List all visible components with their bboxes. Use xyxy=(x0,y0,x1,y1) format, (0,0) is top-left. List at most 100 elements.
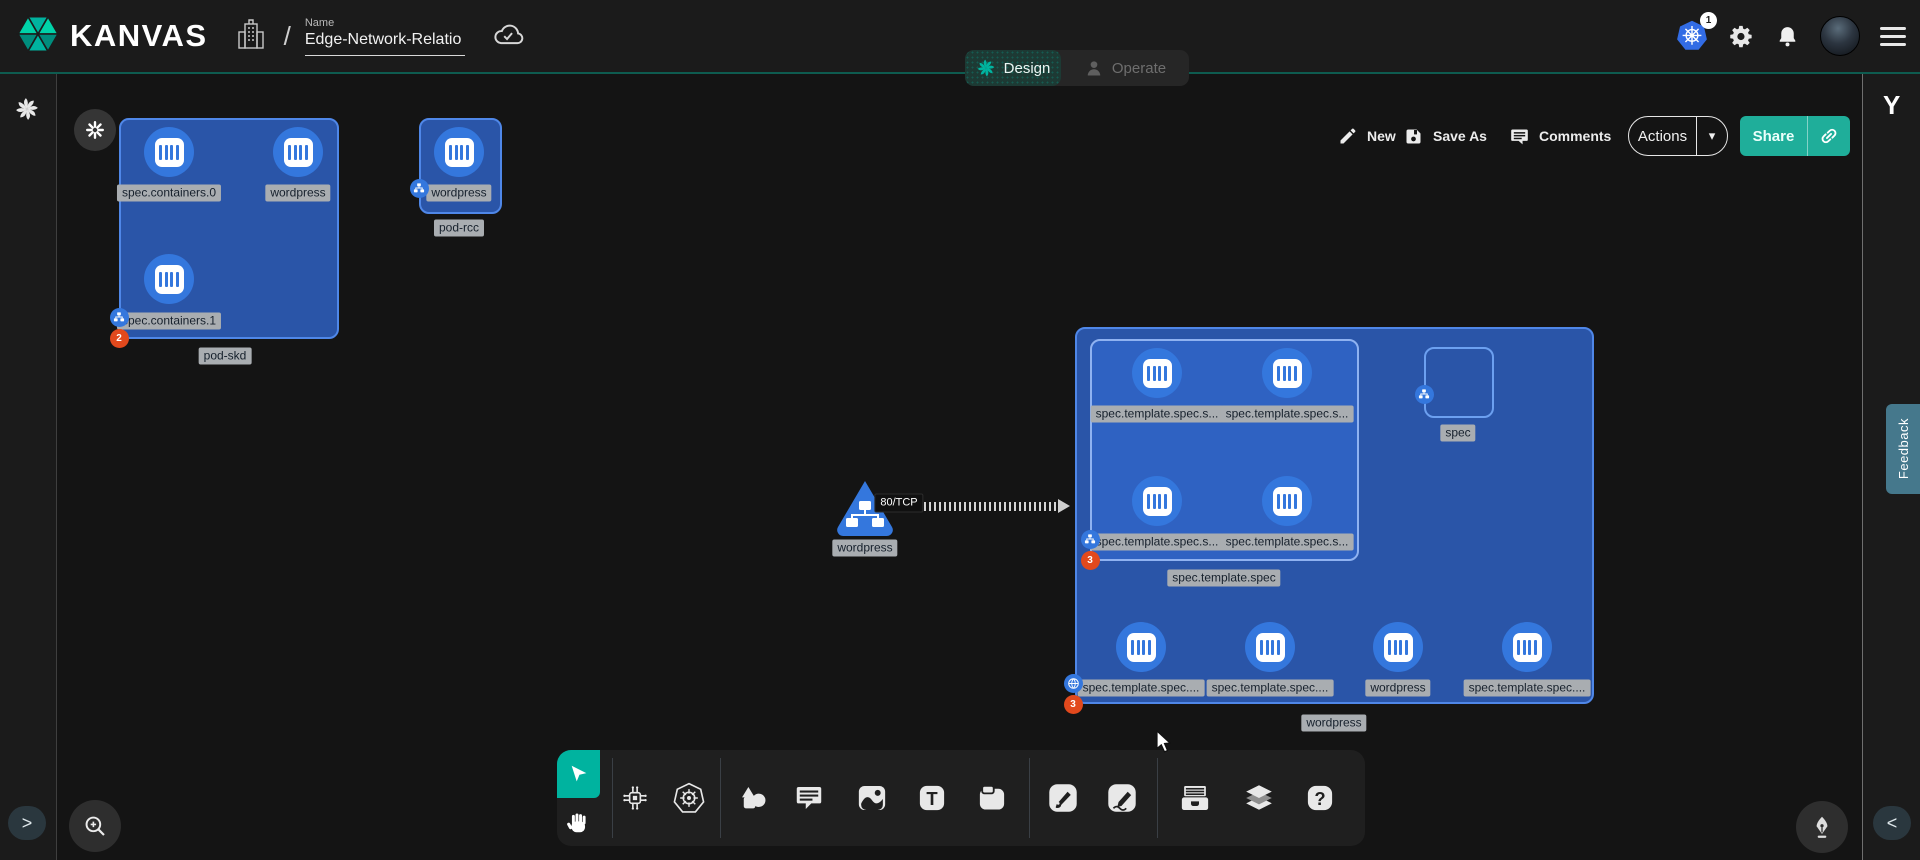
group-label: pod-rcc xyxy=(434,220,484,237)
comment-tool[interactable] xyxy=(791,780,827,816)
design-name-value[interactable]: Edge-Network-Relatio xyxy=(305,31,465,56)
hand-icon xyxy=(565,810,591,836)
k8s-context-count-badge: 1 xyxy=(1700,12,1717,29)
help-tool[interactable]: ? xyxy=(1302,780,1338,816)
image-icon xyxy=(856,783,888,813)
chevron-right-icon: > xyxy=(22,813,33,834)
collapse-right-panel-button[interactable]: < xyxy=(1873,806,1911,840)
help-icon: ? xyxy=(1305,783,1335,813)
container-node[interactable] xyxy=(273,127,323,177)
node-label: wordpress xyxy=(265,185,330,202)
container-icon xyxy=(155,138,184,167)
issue-count-badge[interactable]: 2 xyxy=(110,329,129,348)
zoom-button[interactable] xyxy=(69,800,121,852)
notifications-bell-icon[interactable] xyxy=(1775,23,1800,50)
actions-button[interactable]: Actions ▾ xyxy=(1628,116,1728,156)
text-tool[interactable]: T xyxy=(914,780,950,816)
container-node[interactable] xyxy=(1132,348,1182,398)
container-icon xyxy=(1513,633,1542,662)
container-node[interactable] xyxy=(144,254,194,304)
container-node[interactable] xyxy=(1132,476,1182,526)
container-node[interactable] xyxy=(434,127,484,177)
node-label: spec.template.spec.... xyxy=(1464,680,1591,697)
container-icon xyxy=(1127,633,1156,662)
brand-title: KANVAS xyxy=(70,18,208,54)
node-label: spec.template.spec.s... xyxy=(1091,534,1224,551)
tab-design-label: Design xyxy=(1004,60,1051,77)
design-name-field[interactable]: Name Edge-Network-Relatio xyxy=(305,17,465,56)
shapes-tool[interactable] xyxy=(735,780,771,816)
container-icon xyxy=(445,138,474,167)
freehand-tool[interactable] xyxy=(1104,780,1140,816)
feedback-tab[interactable]: Feedback xyxy=(1886,404,1920,494)
save-as-button[interactable]: Save As xyxy=(1403,126,1487,147)
dock-divider xyxy=(1029,758,1030,838)
relationship-badge-icon[interactable] xyxy=(1081,530,1100,549)
kubernetes-tool[interactable] xyxy=(671,780,707,816)
image-tool[interactable] xyxy=(854,780,890,816)
node-label: spec.template.spec.... xyxy=(1207,680,1334,697)
layers-tool[interactable] xyxy=(1241,780,1277,816)
tab-operate[interactable]: Operate xyxy=(1061,50,1189,86)
container-icon xyxy=(1384,633,1413,662)
feedback-label: Feedback xyxy=(1896,418,1911,479)
container-node[interactable] xyxy=(144,127,194,177)
pointer-icon xyxy=(568,763,590,785)
copy-link-icon[interactable] xyxy=(1808,126,1850,146)
settings-gear-icon[interactable] xyxy=(1728,23,1755,50)
design-pen-button[interactable] xyxy=(1796,801,1848,853)
new-button[interactable]: New xyxy=(1338,126,1396,146)
container-node[interactable] xyxy=(1262,476,1312,526)
kanvas-brand[interactable]: KANVAS xyxy=(16,12,208,61)
layers-icon xyxy=(1243,782,1275,814)
expand-left-panel-button[interactable]: > xyxy=(8,806,46,840)
design-canvas[interactable]: New Save As Comments xyxy=(57,72,1862,860)
dock-divider xyxy=(720,758,721,838)
design-name-label: Name xyxy=(305,17,465,29)
pen-tool[interactable] xyxy=(1045,780,1081,816)
select-tool[interactable] xyxy=(557,750,600,798)
chevron-down-icon[interactable]: ▾ xyxy=(1697,128,1727,144)
relationship-badge-icon[interactable] xyxy=(410,179,429,198)
issue-count-badge[interactable]: 3 xyxy=(1081,551,1100,570)
container-node[interactable] xyxy=(1502,622,1552,672)
group-spec-template-spec[interactable] xyxy=(1090,339,1359,561)
tab-design[interactable]: Design xyxy=(965,50,1061,86)
container-icon xyxy=(1143,487,1172,516)
panel-toggle-icon[interactable]: Y xyxy=(1883,90,1900,121)
text-icon: T xyxy=(917,783,947,813)
user-avatar[interactable] xyxy=(1820,16,1860,56)
container-node[interactable] xyxy=(1245,622,1295,672)
frame-tool[interactable] xyxy=(974,780,1010,816)
node-spec[interactable] xyxy=(1424,347,1494,418)
pan-tool[interactable] xyxy=(560,805,596,841)
kanvas-app: KANVAS / Name Edge-Network-Relatio xyxy=(0,0,1920,860)
container-node[interactable] xyxy=(1373,622,1423,672)
group-label: pod-skd xyxy=(199,348,252,365)
kubernetes-helm-icon xyxy=(673,782,705,814)
container-icon xyxy=(155,265,184,294)
actionbar-comments: Comments xyxy=(1509,116,1611,156)
deployment-badge-icon[interactable] xyxy=(1064,674,1083,693)
kubernetes-context-icon[interactable]: 1 xyxy=(1676,19,1708,53)
frame-icon xyxy=(977,783,1007,813)
relationship-badge-icon[interactable] xyxy=(1415,385,1434,404)
container-node[interactable] xyxy=(1262,348,1312,398)
organization-icon[interactable] xyxy=(236,16,266,57)
share-button[interactable]: Share xyxy=(1740,116,1850,156)
breadcrumb-separator: / xyxy=(284,21,291,52)
container-icon xyxy=(1273,359,1302,388)
node-label: wordpress xyxy=(426,185,491,202)
kubernetes-float-icon[interactable] xyxy=(74,109,116,151)
relationship-badge-icon[interactable] xyxy=(110,308,129,327)
issue-count-badge[interactable]: 3 xyxy=(1064,695,1083,714)
menu-hamburger-icon[interactable] xyxy=(1880,27,1906,46)
svg-text:?: ? xyxy=(1314,788,1325,809)
container-icon xyxy=(284,138,313,167)
drawer-tool[interactable] xyxy=(1177,780,1213,816)
container-node[interactable] xyxy=(1116,622,1166,672)
components-tool[interactable] xyxy=(617,780,653,816)
comments-button[interactable]: Comments xyxy=(1509,126,1611,147)
edge-port-label: 80/TCP xyxy=(874,494,923,513)
tab-operate-label: Operate xyxy=(1112,60,1166,77)
